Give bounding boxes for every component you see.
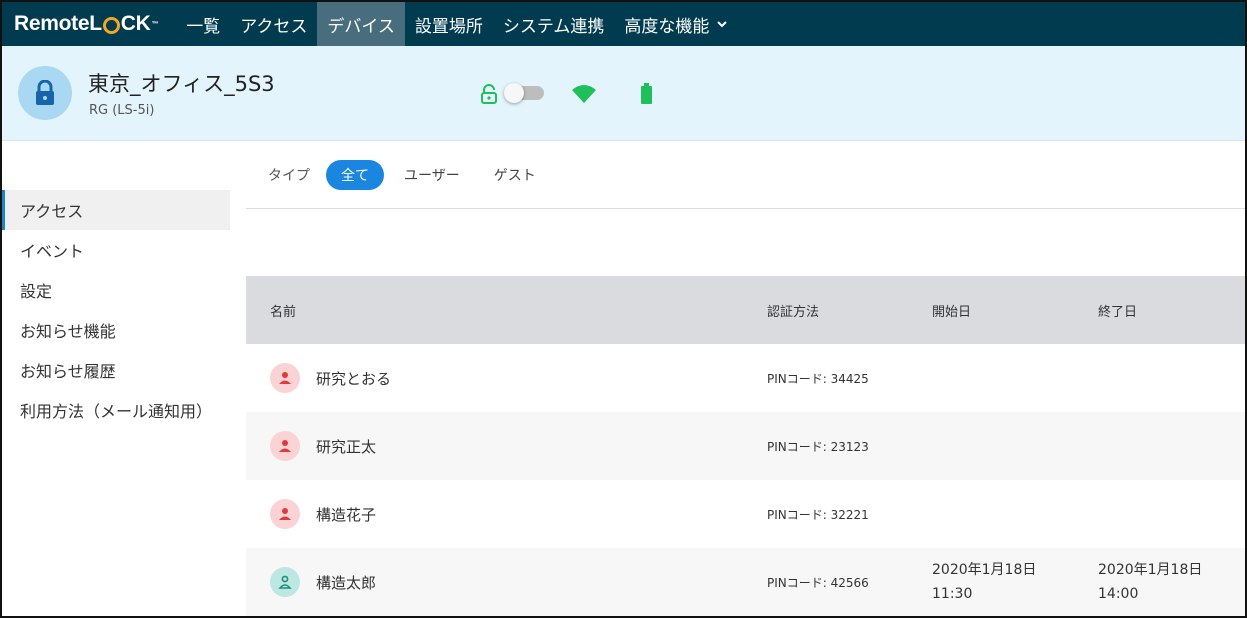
lock-toggle[interactable] — [506, 86, 544, 100]
sidebar-item-label: イベント — [20, 238, 84, 262]
user-avatar-icon — [270, 431, 300, 461]
nav-item-label: システム連携 — [503, 12, 605, 37]
battery-icon — [640, 83, 653, 109]
table-row[interactable]: 構造花子 PINコード: 32221 — [246, 480, 1245, 548]
nav-item-label: デバイス — [327, 12, 395, 37]
nav-item-devices[interactable]: デバイス — [317, 2, 405, 46]
logo-text-l: L — [89, 12, 102, 36]
filter-chip-user[interactable]: ユーザー — [390, 160, 474, 190]
end-date: 2020年1月18日 — [1098, 562, 1202, 578]
table-row[interactable]: 構造太郎 PINコード: 42566 2020年1月18日 11:30 2020年… — [246, 548, 1245, 616]
table-header: 名前 認証方法 開始日 終了日 — [246, 276, 1245, 344]
nav-item-list[interactable]: 一覧 — [176, 2, 230, 46]
sidebar-item-notifications[interactable]: お知らせ機能 — [2, 310, 230, 350]
end-time: 14:00 — [1098, 586, 1138, 602]
guest-avatar-icon — [270, 567, 300, 597]
lock-status-icon — [480, 84, 498, 108]
row-start: 2020年1月18日 11:30 — [932, 558, 1036, 606]
user-avatar-icon — [270, 363, 300, 393]
sidebar-item-label: 設定 — [20, 278, 52, 302]
nav-item-access[interactable]: アクセス — [230, 2, 317, 46]
logo-trademark: ™ — [151, 21, 158, 28]
filter-chip-guest[interactable]: ゲスト — [480, 160, 550, 190]
device-header: 東京_オフィス_5S3 RG (LS-5i) — [2, 46, 1245, 141]
nav-item-label: 設置場所 — [415, 12, 483, 37]
row-name[interactable]: 研究とおる — [316, 368, 391, 389]
sidebar-item-label: お知らせ機能 — [20, 318, 116, 342]
nav-item-label: 高度な機能 — [624, 12, 709, 37]
toggle-knob — [504, 83, 524, 103]
start-time: 11:30 — [932, 586, 972, 602]
filter-label: タイプ — [268, 165, 310, 185]
device-sidebar: アクセス イベント 設定 お知らせ機能 お知らせ履歴 利用方法（メール通知用） — [2, 190, 230, 430]
header-method[interactable]: 認証方法 — [767, 301, 819, 320]
sidebar-item-label: 利用方法（メール通知用） — [20, 398, 212, 422]
sidebar-item-access[interactable]: アクセス — [2, 190, 230, 230]
row-method: PINコード: 34425 — [767, 370, 869, 387]
chevron-down-icon — [717, 17, 727, 31]
nav-item-integrations[interactable]: システム連携 — [493, 2, 615, 46]
logo-text-ck: CK — [121, 12, 151, 36]
user-avatar-icon — [270, 499, 300, 529]
chip-label: ユーザー — [404, 165, 460, 185]
sidebar-item-events[interactable]: イベント — [2, 230, 230, 270]
row-method: PINコード: 23123 — [767, 438, 869, 455]
chip-label: 全て — [341, 165, 369, 185]
row-name[interactable]: 研究正太 — [316, 436, 376, 457]
row-name[interactable]: 構造花子 — [316, 504, 376, 525]
sidebar-item-label: アクセス — [20, 198, 83, 222]
sidebar-item-notification-history[interactable]: お知らせ履歴 — [2, 350, 230, 390]
nav-item-advanced[interactable]: 高度な機能 — [614, 2, 737, 46]
row-name[interactable]: 構造太郎 — [316, 572, 376, 593]
device-model: RG (LS-5i) — [89, 103, 154, 118]
row-end: 2020年1月18日 14:00 — [1098, 558, 1202, 606]
device-avatar — [18, 66, 72, 120]
header-end[interactable]: 終了日 — [1098, 301, 1137, 320]
sidebar-item-usage-email[interactable]: 利用方法（メール通知用） — [2, 390, 230, 430]
table-row[interactable]: 研究とおる PINコード: 34425 — [246, 344, 1245, 412]
top-nav-bar: Remote L CK ™ 一覧 アクセス デバイス 設置場所 システム連携 高… — [2, 2, 1245, 46]
row-method: PINコード: 32221 — [767, 506, 869, 523]
start-date: 2020年1月18日 — [932, 562, 1036, 578]
filter-chip-all[interactable]: 全て — [326, 160, 384, 190]
logo-text-remote: Remote — [14, 12, 89, 36]
table-row[interactable]: 研究正太 PINコード: 23123 — [246, 412, 1245, 480]
header-start[interactable]: 開始日 — [932, 301, 971, 320]
nav-item-label: アクセス — [240, 12, 307, 37]
lock-icon — [34, 80, 56, 106]
device-title: 東京_オフィス_5S3 — [88, 68, 275, 98]
header-name[interactable]: 名前 — [270, 301, 296, 320]
sidebar-item-settings[interactable]: 設定 — [2, 270, 230, 310]
chip-label: ゲスト — [494, 165, 536, 185]
logo-lock-o-icon — [103, 17, 120, 34]
nav-item-label: 一覧 — [186, 12, 220, 37]
nav-item-locations[interactable]: 設置場所 — [405, 2, 493, 46]
access-table: 名前 認証方法 開始日 終了日 研究とおる PINコード: 34425 研究正太… — [246, 276, 1245, 616]
row-method: PINコード: 42566 — [767, 574, 869, 591]
remotelock-logo[interactable]: Remote L CK ™ — [2, 12, 176, 36]
sidebar-item-label: お知らせ履歴 — [20, 358, 116, 382]
type-filter-bar: タイプ 全て ユーザー ゲスト — [246, 142, 1245, 209]
wifi-icon — [571, 84, 597, 108]
